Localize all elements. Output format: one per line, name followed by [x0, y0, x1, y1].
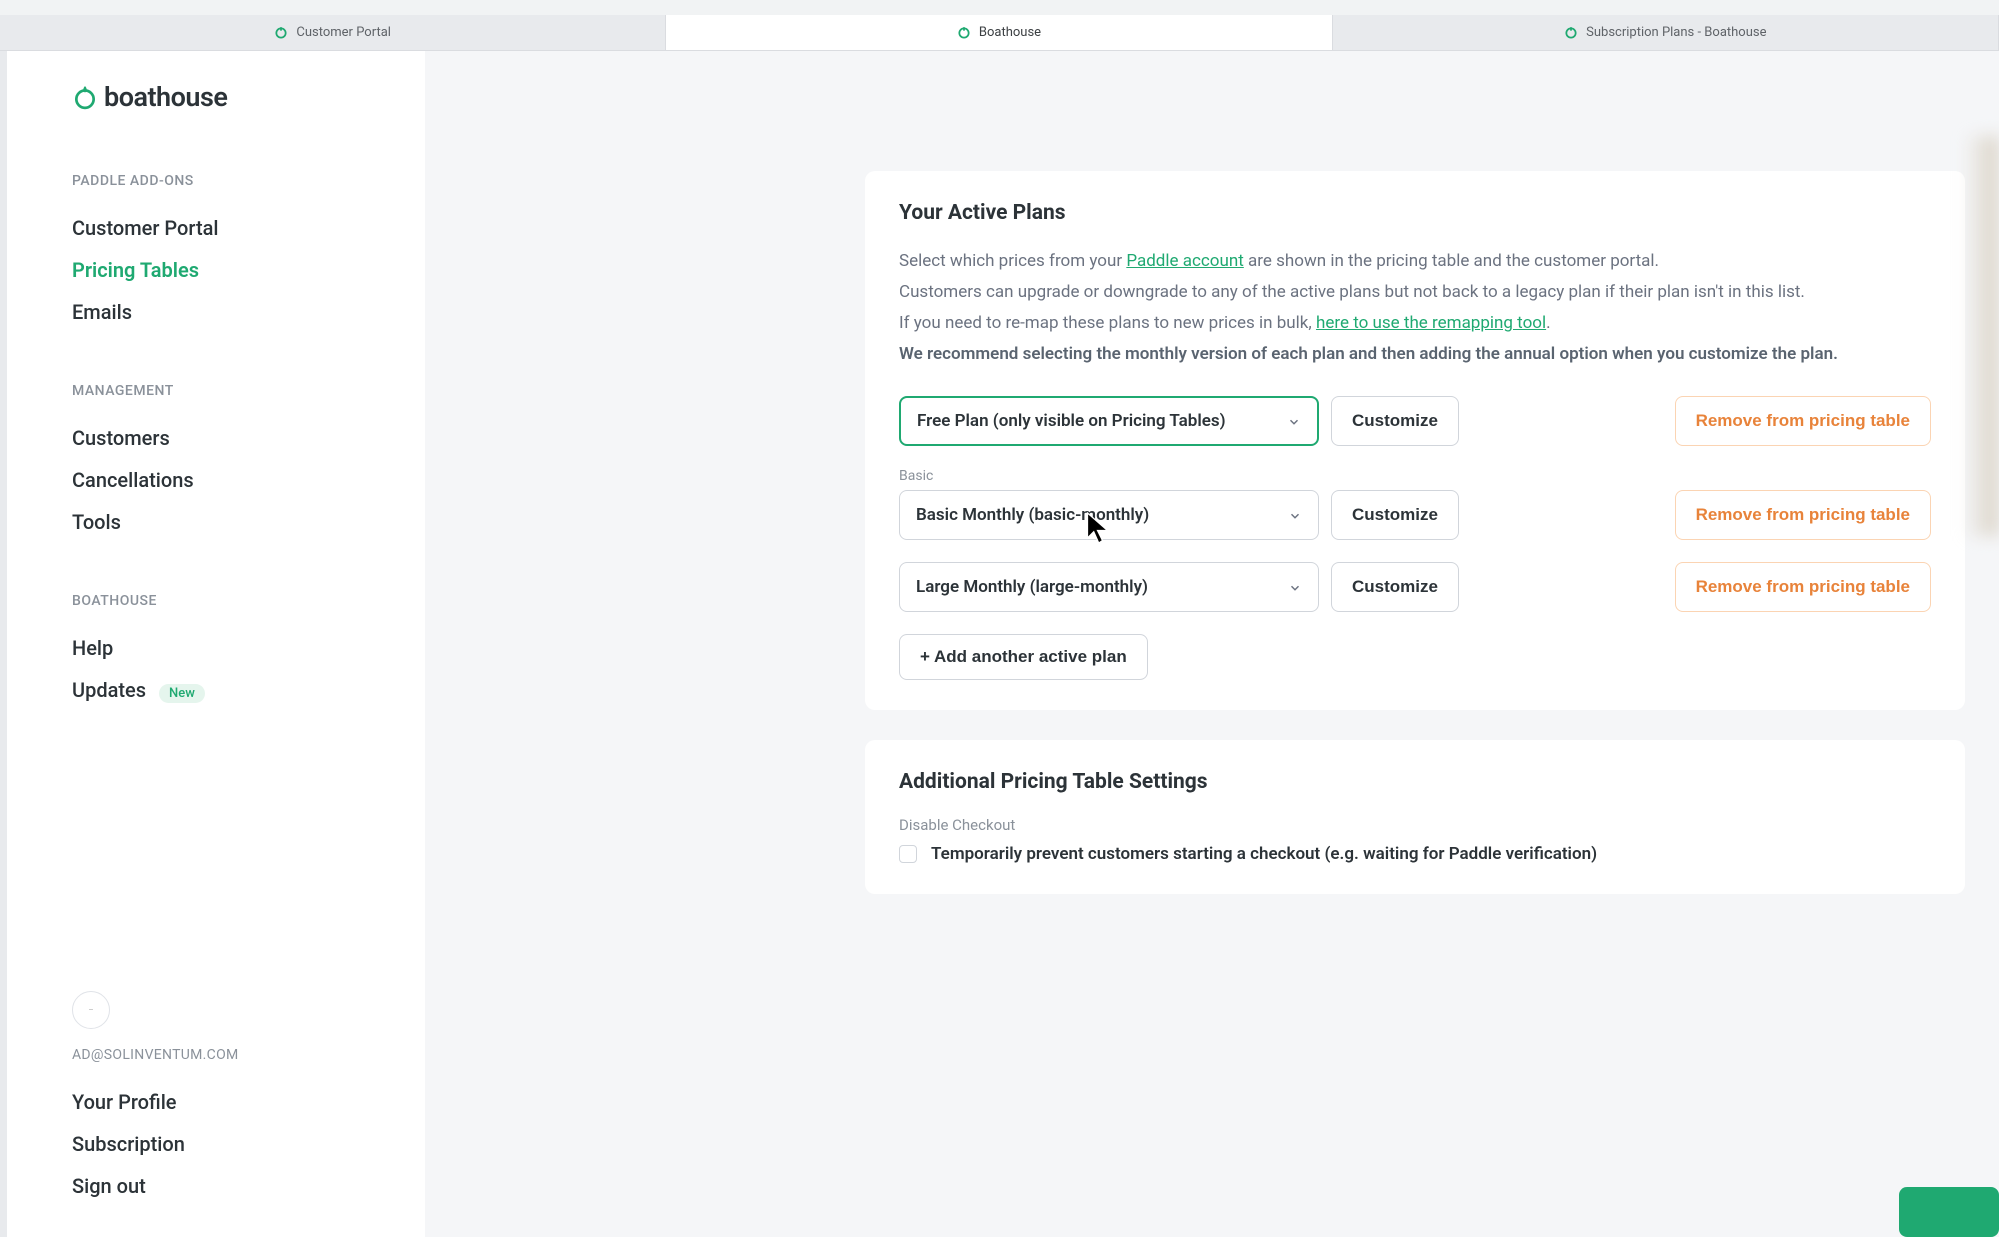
- nav-item-customer-portal[interactable]: Customer Portal: [72, 207, 375, 249]
- avatar: —: [72, 991, 110, 1029]
- plan-select-free[interactable]: Free Plan (only visible on Pricing Table…: [899, 396, 1319, 446]
- tab-favicon-icon: [1564, 26, 1578, 40]
- active-plans-card: Your Active Plans Select which prices fr…: [865, 171, 1965, 710]
- dropdown-value: Free Plan (only visible on Pricing Table…: [917, 411, 1226, 431]
- nav-section-boathouse: BOATHOUSE Help Updates New: [72, 593, 375, 712]
- boathouse-logo-icon: [72, 84, 98, 110]
- top-empty-bar: [0, 0, 1999, 15]
- card-title: Additional Pricing Table Settings: [899, 770, 1931, 794]
- tab-label: Subscription Plans - Boathouse: [1586, 25, 1766, 40]
- nav-section-management: MANAGEMENT Customers Cancellations Tools: [72, 383, 375, 543]
- chevron-down-icon: [1288, 508, 1302, 522]
- nav-item-profile[interactable]: Your Profile: [72, 1081, 375, 1123]
- remapping-tool-link[interactable]: here to use the remapping tool: [1316, 313, 1546, 333]
- nav-item-customers[interactable]: Customers: [72, 417, 375, 459]
- field-label: Disable Checkout: [899, 816, 1931, 834]
- browser-tab-boathouse[interactable]: Boathouse: [666, 15, 1332, 50]
- customize-button[interactable]: Customize: [1331, 562, 1459, 612]
- tab-label: Boathouse: [979, 25, 1041, 40]
- checkbox-label: Temporarily prevent customers starting a…: [931, 844, 1597, 864]
- nav-item-updates[interactable]: Updates New: [72, 669, 375, 712]
- card-description: Select which prices from your Paddle acc…: [899, 247, 1931, 368]
- browser-tab-customer-portal[interactable]: Customer Portal: [0, 15, 666, 50]
- content-area: Your Active Plans Select which prices fr…: [425, 51, 1999, 1237]
- user-email: AD@SOLINVENTUM.COM: [72, 1047, 375, 1063]
- save-button-partial[interactable]: [1899, 1187, 1999, 1237]
- tab-favicon-icon: [274, 26, 288, 40]
- tab-label: Customer Portal: [296, 25, 391, 40]
- disable-checkout-checkbox[interactable]: [899, 845, 917, 863]
- nav-item-cancellations[interactable]: Cancellations: [72, 459, 375, 501]
- nav-item-tools[interactable]: Tools: [72, 501, 375, 543]
- plan-select-basic[interactable]: Basic Monthly (basic-monthly): [899, 490, 1319, 540]
- new-badge: New: [159, 684, 205, 703]
- browser-tab-subscription-plans[interactable]: Subscription Plans - Boathouse: [1333, 15, 1999, 50]
- desc-text: Select which prices from your: [899, 251, 1126, 271]
- add-plan-button[interactable]: + Add another active plan: [899, 634, 1148, 680]
- desc-text: .: [1546, 313, 1550, 333]
- dropdown-value: Large Monthly (large-monthly): [916, 577, 1148, 597]
- nav-heading: MANAGEMENT: [72, 383, 375, 399]
- customize-button[interactable]: Customize: [1331, 396, 1459, 446]
- remove-button[interactable]: Remove from pricing table: [1675, 562, 1931, 612]
- nav-item-pricing-tables[interactable]: Pricing Tables: [72, 249, 375, 291]
- plan-row: Large Monthly (large-monthly) Customize …: [899, 562, 1931, 612]
- dropdown-value: Basic Monthly (basic-monthly): [916, 505, 1149, 525]
- paddle-account-link[interactable]: Paddle account: [1126, 251, 1243, 271]
- nav-section-addons: PADDLE ADD-ONS Customer Portal Pricing T…: [72, 173, 375, 333]
- checkbox-row: Temporarily prevent customers starting a…: [899, 844, 1931, 864]
- browser-tabs: Customer Portal Boathouse Subscription P…: [0, 15, 1999, 51]
- nav-heading: PADDLE ADD-ONS: [72, 173, 375, 189]
- nav-item-help[interactable]: Help: [72, 627, 375, 669]
- desc-text: We recommend selecting the monthly versi…: [899, 340, 1931, 368]
- remove-button[interactable]: Remove from pricing table: [1675, 396, 1931, 446]
- desc-text: Customers can upgrade or downgrade to an…: [899, 278, 1931, 306]
- brand-logo: boathouse: [72, 81, 375, 113]
- nav-item-signout[interactable]: Sign out: [72, 1165, 375, 1207]
- chevron-down-icon: [1288, 580, 1302, 594]
- plan-row: Basic Monthly (basic-monthly) Customize …: [899, 490, 1931, 540]
- plan-select-large[interactable]: Large Monthly (large-monthly): [899, 562, 1319, 612]
- additional-settings-card: Additional Pricing Table Settings Disabl…: [865, 740, 1965, 894]
- nav-item-subscription[interactable]: Subscription: [72, 1123, 375, 1165]
- tab-favicon-icon: [957, 26, 971, 40]
- nav-item-emails[interactable]: Emails: [72, 291, 375, 333]
- chevron-down-icon: [1287, 414, 1301, 428]
- sidebar: boathouse PADDLE ADD-ONS Customer Portal…: [7, 51, 425, 1237]
- plan-row: Free Plan (only visible on Pricing Table…: [899, 396, 1931, 446]
- nav-heading: BOATHOUSE: [72, 593, 375, 609]
- brand-name: boathouse: [104, 81, 227, 113]
- remove-button[interactable]: Remove from pricing table: [1675, 490, 1931, 540]
- desc-text: are shown in the pricing table and the c…: [1244, 251, 1659, 271]
- right-edge-blur: [1964, 136, 1999, 536]
- desc-text: If you need to re-map these plans to new…: [899, 313, 1316, 333]
- nav-item-label: Updates: [72, 678, 146, 702]
- card-title: Your Active Plans: [899, 201, 1931, 225]
- plan-group-label: Basic: [899, 468, 1931, 484]
- customize-button[interactable]: Customize: [1331, 490, 1459, 540]
